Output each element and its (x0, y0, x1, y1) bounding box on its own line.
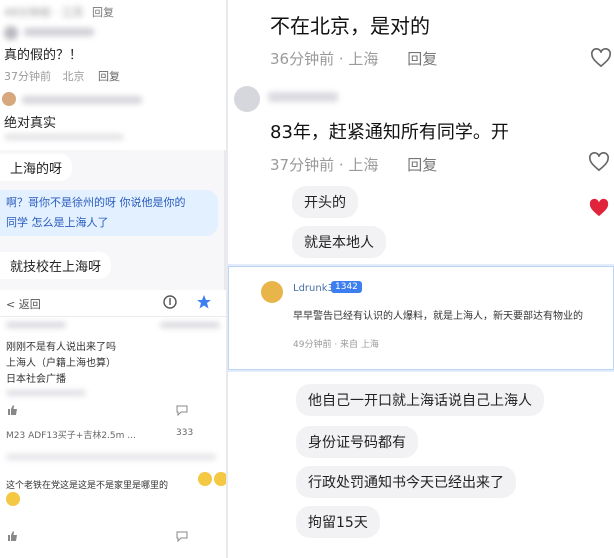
msg-blue-line2: 同学 怎么是上海人了 (6, 216, 109, 229)
emoji-icon (214, 472, 226, 486)
avatar (4, 26, 18, 40)
username-blurred (22, 96, 142, 104)
comment1-time: 37分钟前 (4, 70, 51, 83)
right-pane: 不在北京，是对的 36分钟前 · 上海 回复 83年，赶紧通知所有同学。开 37… (228, 0, 614, 558)
username-blurred (268, 92, 338, 102)
bubble-start-text: 开头的 (304, 195, 346, 211)
avatar (2, 92, 16, 106)
msg-blue-bubble: 啊？哥你不是徐州的呀 你说他是你的 同学 怎么是上海人了 (0, 190, 218, 236)
divider-meta-blurred (6, 454, 216, 460)
comment-meta: 37分钟前 · 上海 回复 (270, 154, 437, 175)
bubble-4-text: 拘留15天 (308, 515, 368, 531)
divider (0, 316, 226, 317)
bubble-1-text: 他自己一开口就上海话说自己上海人 (308, 393, 532, 409)
top-time: 36分钟前 · 上海 (270, 50, 379, 68)
back-label: < 返回 (6, 298, 41, 311)
post-line3: 日本社会广播 (6, 374, 66, 385)
popup-text: 早早警告已经有认识的人爆料，就是上海人，新天要部达有物业的 (293, 311, 583, 322)
bubble-4: 拘留15天 (296, 506, 380, 538)
post-footer-blurred (6, 390, 86, 396)
msg-blue-line1: 啊？哥你不是徐州的呀 你说他是你的 (6, 196, 186, 209)
bubble-2: 身份证号码都有 (296, 426, 418, 458)
sub-count: 333 (176, 428, 194, 438)
bubble-3: 行政处罚通知书今天已经出来了 (296, 466, 516, 498)
header-meta: 48分钟前 · 江苏 (4, 6, 84, 19)
bottom-text: 这个老铁在党这是这是不是家里是哪里的 (6, 481, 169, 491)
comment-time: 37分钟前 · 上海 (270, 156, 379, 174)
bubble-2-text: 身份证号码都有 (308, 435, 406, 451)
avatar (234, 86, 260, 112)
heart-icon[interactable] (590, 48, 612, 68)
popup-badge-text: 1342 (335, 282, 358, 292)
popup-meta: 49分钟前 · 来自 上海 (293, 340, 379, 350)
top-text: 不在北京，是对的 (270, 14, 430, 38)
bubble-start: 开头的 (292, 186, 358, 218)
post-line2: 上海人（户籍上海也算） (6, 358, 116, 369)
comment-text: 83年，赶紧通知所有同学。开 (270, 122, 509, 143)
comment1-reply[interactable]: 回复 (98, 70, 120, 83)
bubble-1: 他自己一开口就上海话说自己上海人 (296, 384, 544, 416)
left-chat-pane: 上海的呀 啊？哥你不是徐州的呀 你说他是你的 同学 怎么是上海人了 就技校在上海… (0, 150, 224, 290)
bubble-local: 就是本地人 (292, 226, 386, 258)
heart-icon[interactable] (588, 152, 610, 172)
header-reply[interactable]: 回复 (92, 4, 114, 20)
comment-icon[interactable] (176, 530, 188, 542)
back-button[interactable]: < 返回 (6, 296, 41, 312)
reply-popup: Ldrunk3 1342 早早警告已经有认识的人爆料，就是上海人，新天要部达有物… (228, 266, 614, 370)
comment-reply[interactable]: 回复 (407, 156, 437, 174)
comment1-meta: 37分钟前 北京 回复 (4, 68, 120, 84)
emoji-icon (6, 492, 20, 506)
comment-icon[interactable] (176, 404, 188, 416)
comment2-meta-blurred (4, 134, 124, 140)
msg-school: 就技校在上海呀 (0, 252, 112, 279)
left-comment-pane: 48分钟前 · 江苏 回复 真的假的？！ 37分钟前 北京 回复 绝对真实 (0, 0, 226, 150)
bubble-3-text: 行政处罚通知书今天已经出来了 (308, 475, 504, 491)
post-line1: 刚刚不是有人说出来了吗 (6, 342, 116, 353)
heart-filled-icon[interactable] (588, 198, 610, 218)
star-icon[interactable] (196, 294, 212, 310)
comment1-loc: 北京 (62, 70, 85, 83)
comment2-text: 绝对真实 (4, 116, 57, 131)
bubble-local-text: 就是本地人 (304, 235, 374, 251)
top-reply[interactable]: 回复 (407, 50, 437, 68)
username-blurred (24, 28, 94, 36)
post-date-blurred (160, 322, 220, 328)
thumbs-up-icon[interactable] (6, 404, 18, 416)
left-mini-app-pane: < 返回 刚刚不是有人说出来了吗 上海人（户籍上海也算） 日本社会广播 M23 … (0, 290, 226, 558)
share-icon[interactable] (162, 294, 178, 310)
emoji-icon (198, 472, 212, 486)
avatar (261, 281, 283, 303)
top-meta: 36分钟前 · 上海 回复 (270, 48, 437, 69)
popup-badge: 1342 (331, 281, 362, 293)
msg-shanghai: 上海的呀 (0, 154, 73, 181)
popup-user: Ldrunk3 (293, 283, 334, 294)
sub-line: M23 ADF13买子+吉林2.5m ... (6, 431, 136, 441)
thumbs-up-icon[interactable] (6, 530, 18, 542)
post-meta-blurred (6, 322, 66, 328)
comment1-text: 真的假的？！ (4, 48, 83, 63)
